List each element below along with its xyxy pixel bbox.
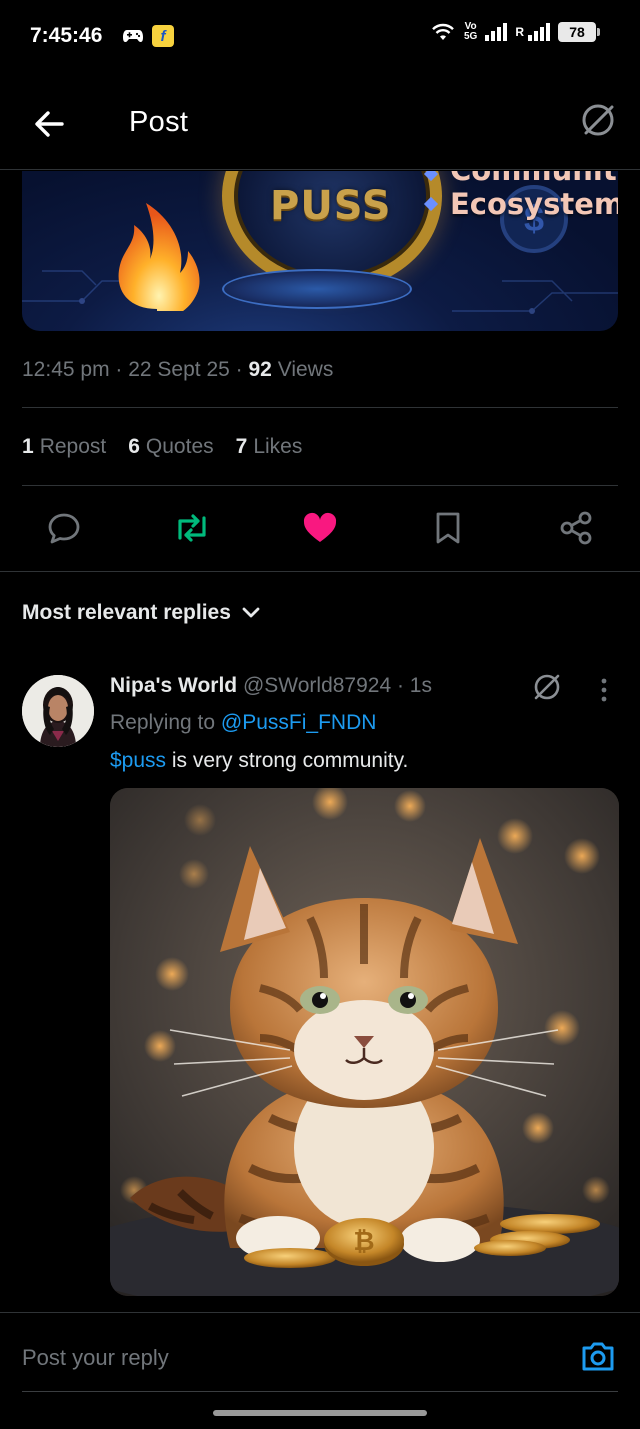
profile-photo: [22, 675, 94, 747]
replying-to-link[interactable]: @PussFi_FNDN: [221, 711, 377, 734]
pedestal-graphic: [222, 269, 412, 309]
divider: [22, 485, 618, 486]
status-time: 7:45:46: [30, 24, 103, 47]
wifi-icon: [432, 23, 454, 40]
camera-icon: [582, 1342, 614, 1371]
camera-button[interactable]: [580, 1339, 616, 1373]
divider: [22, 407, 618, 408]
views-label: Views: [271, 358, 334, 381]
post-time: 12:45 pm: [22, 358, 110, 381]
engagement-stats: 1 Repost 6 Quotes 7 Likes: [22, 435, 302, 459]
banner-bullet-bottom: Ecosystem: [450, 187, 618, 221]
reply-composer: Post your reply: [0, 1312, 640, 1392]
reply-grok-button[interactable]: [530, 670, 564, 704]
chevron-down-icon: [242, 607, 260, 618]
likes-stat[interactable]: 7 Likes: [236, 435, 303, 459]
battery-icon: 78: [558, 22, 600, 42]
share-icon: [560, 511, 592, 545]
post-date: 22 Sept 25: [128, 358, 230, 381]
views-count: 92: [248, 358, 272, 381]
like-button[interactable]: [300, 506, 340, 550]
reply-timestamp: · 1s: [391, 674, 432, 697]
flipkart-icon: f: [152, 25, 174, 47]
reply-icon: [48, 513, 80, 544]
reply-author-handle[interactable]: @SWorld87924: [237, 674, 391, 697]
status-bar: 7:45:46 f Vo 5G R 78: [0, 0, 640, 72]
arrow-left-icon: [35, 111, 64, 137]
grok-icon: [534, 674, 560, 700]
replies-sort-dropdown[interactable]: Most relevant replies: [22, 601, 261, 625]
flame-graphic: [118, 203, 200, 311]
roaming-label: R: [515, 25, 524, 39]
reply-image[interactable]: ₿: [110, 788, 619, 1296]
page-title: Post: [129, 106, 189, 138]
coin-text: PUSS: [270, 183, 392, 229]
reply-button[interactable]: [44, 506, 84, 550]
post-actions: [0, 506, 640, 552]
home-indicator[interactable]: [213, 1410, 427, 1416]
volte-indicator: Vo 5G: [463, 21, 478, 42]
bookmark-button[interactable]: [428, 506, 468, 550]
more-vertical-icon: [601, 678, 607, 702]
status-left-icons: f: [122, 25, 174, 47]
avatar[interactable]: [22, 675, 94, 747]
heart-icon: [303, 512, 337, 542]
grok-icon: [582, 104, 614, 136]
replying-to: Replying to @PussFi_FNDN: [110, 711, 377, 734]
top-app-bar: Post: [0, 72, 640, 170]
grok-button[interactable]: [578, 100, 618, 140]
quotes-stat[interactable]: 6 Quotes: [128, 435, 213, 459]
signal-bars-1-icon: [485, 23, 508, 41]
cashtag-link[interactable]: $puss: [110, 749, 166, 772]
repost-button[interactable]: [172, 506, 212, 550]
share-button[interactable]: [556, 506, 596, 550]
reply-input[interactable]: Post your reply: [22, 1345, 169, 1371]
repost-icon: [178, 514, 206, 542]
cat-with-coins-illustration: ₿: [110, 788, 619, 1296]
signal-bars-2-icon: [528, 23, 550, 41]
reply-header: Nipa's World @SWorld87924 · 1s: [110, 674, 432, 698]
reply-text: $puss is very strong community.: [110, 749, 409, 772]
back-button[interactable]: [30, 104, 70, 144]
reply-author-name[interactable]: Nipa's World: [110, 674, 237, 697]
post-image[interactable]: PUSS Community $ Ecosystem: [22, 171, 618, 331]
bookmark-icon: [436, 512, 460, 544]
more-options-button[interactable]: [592, 674, 616, 708]
sort-label: Most relevant replies: [22, 601, 231, 624]
post-meta: 12:45 pm · 22 Sept 25 · 92 Views: [22, 358, 334, 381]
reposts-stat[interactable]: 1 Repost: [22, 435, 106, 459]
divider: [0, 571, 640, 572]
gamepad-icon: [123, 30, 143, 42]
status-right-icons: Vo 5G R 78: [430, 21, 600, 42]
composer-underline: [22, 1391, 618, 1392]
svg-text:₿: ₿: [353, 1227, 374, 1257]
